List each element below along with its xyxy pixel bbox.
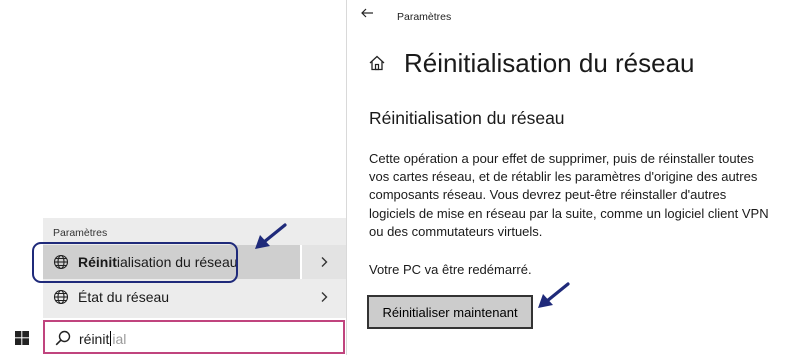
page-title: Réinitialisation du réseau — [404, 48, 695, 78]
start-search-pane: Paramètres Réinitialisation du réseau Ét… — [0, 0, 347, 355]
windows-logo-icon — [14, 330, 29, 345]
section-title: Réinitialisation du réseau — [369, 108, 565, 128]
result-network-status-label: État du réseau — [78, 289, 170, 305]
search-autocomplete-text: ial — [112, 331, 127, 347]
search-typed-text: réinit — [79, 331, 110, 347]
results-category-header: Paramètres — [53, 227, 108, 239]
taskbar: réinit ial — [0, 320, 347, 355]
home-icon[interactable] — [368, 54, 386, 72]
search-icon — [55, 330, 71, 346]
reset-now-button[interactable]: Réinitialiser maintenant — [367, 295, 533, 329]
start-button[interactable] — [0, 320, 43, 355]
reset-description: Cette opération a pour effet de supprime… — [369, 151, 769, 239]
app-title: Paramètres — [397, 11, 452, 23]
chevron-right-icon — [321, 257, 328, 267]
settings-window: Paramètres Réinitialisation du réseau Ré… — [347, 0, 783, 353]
annotation-highlight-ring — [32, 242, 238, 283]
result-expand-button[interactable] — [302, 280, 346, 314]
chevron-right-icon — [321, 292, 328, 302]
annotation-arrow-icon — [538, 282, 570, 308]
restart-note: Votre PC va être redémarré. — [369, 262, 532, 277]
result-network-status[interactable]: État du réseau — [43, 280, 346, 314]
search-input-text[interactable]: réinit ial — [79, 331, 126, 347]
taskbar-search-box[interactable]: réinit ial — [43, 320, 345, 354]
back-arrow-icon[interactable] — [360, 6, 374, 20]
result-expand-button[interactable] — [300, 245, 346, 279]
network-globe-icon — [53, 289, 69, 305]
